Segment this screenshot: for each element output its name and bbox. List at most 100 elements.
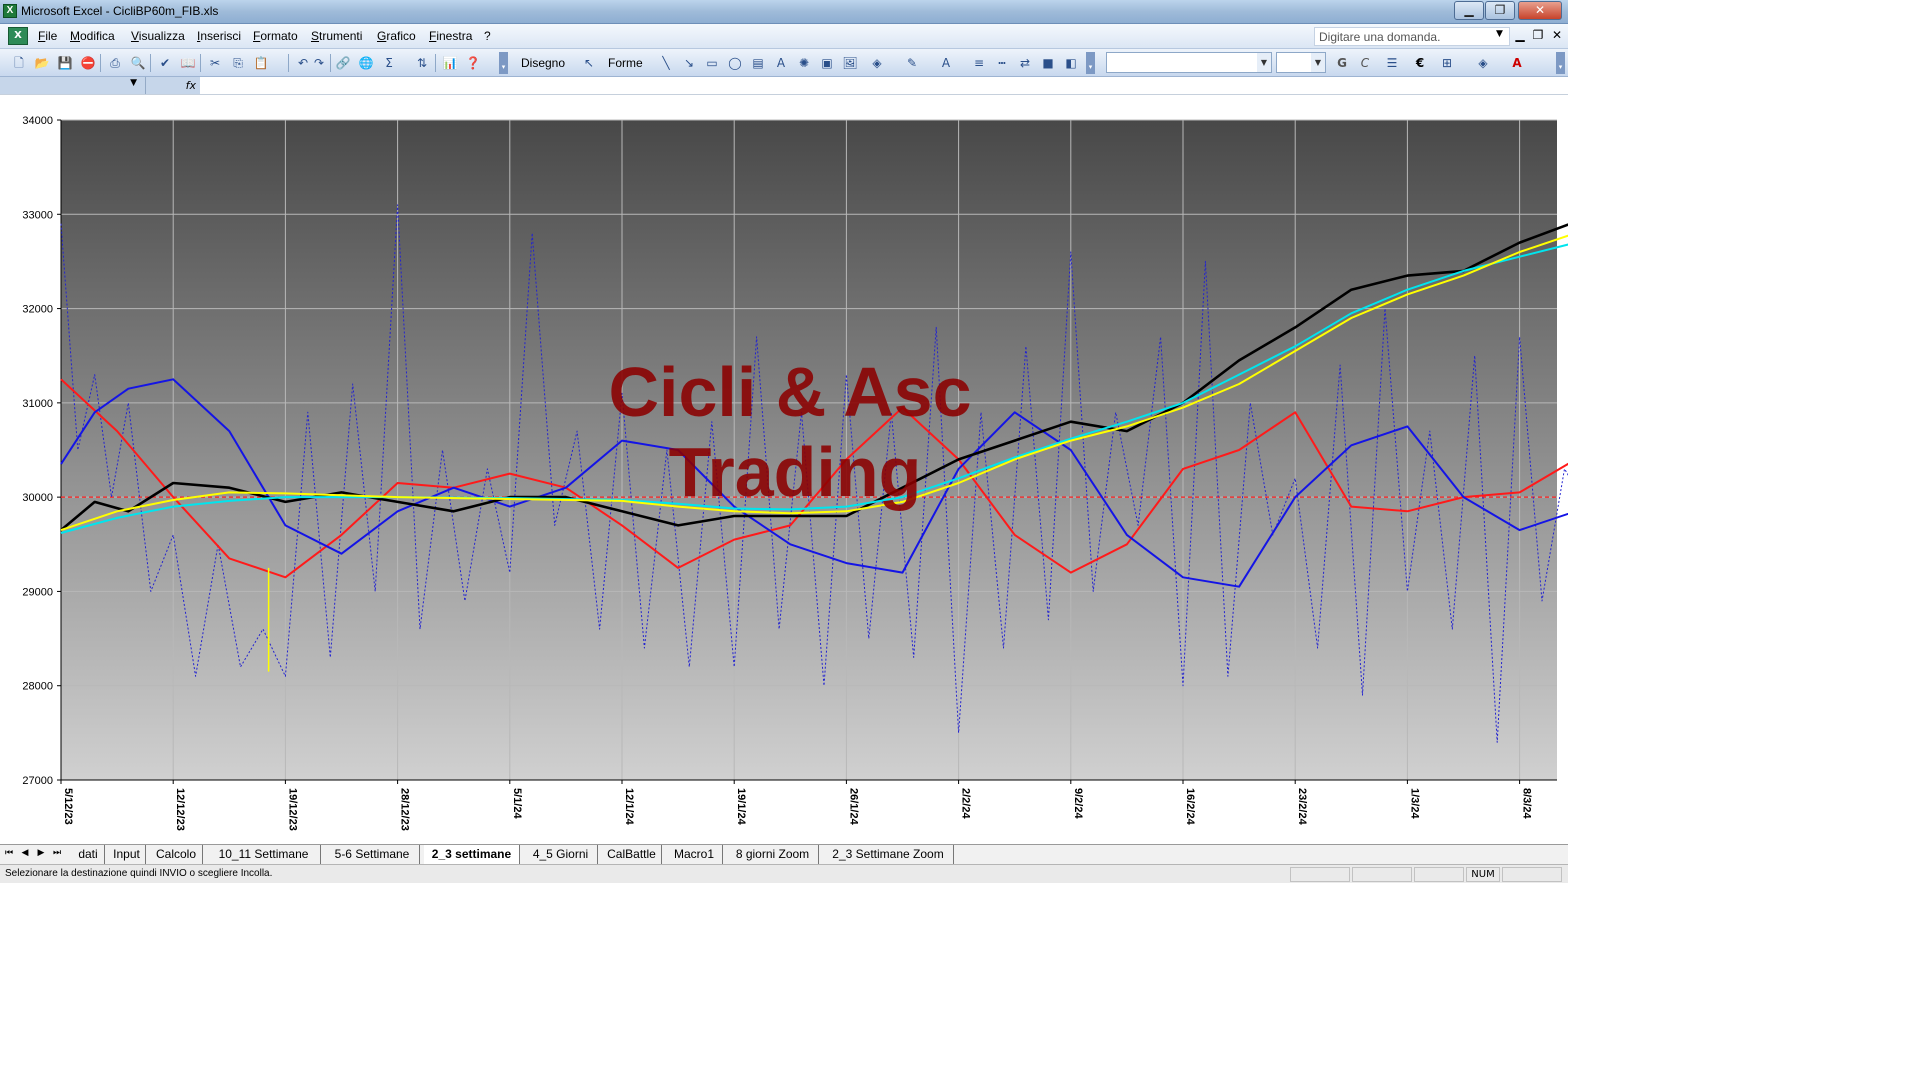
y-tick-label: 33000 <box>22 209 53 221</box>
redo-icon[interactable]: ↷ <box>310 54 328 72</box>
prev-sheet-icon[interactable]: ◀ <box>18 848 32 858</box>
y-tick-label: 34000 <box>22 115 53 127</box>
tab-macro1[interactable]: Macro1 <box>666 845 723 864</box>
line-color-icon[interactable]: ✎ <box>903 54 921 72</box>
toolbar-grip[interactable]: ▾ <box>499 52 508 74</box>
align-icon[interactable]: ☰ <box>1383 54 1401 72</box>
x-tick-label: 2/2/24 <box>960 788 972 819</box>
paste-icon[interactable]: 📋 <box>252 54 270 72</box>
name-box[interactable]: ▼ <box>0 77 146 94</box>
line-icon[interactable]: ╲ <box>657 54 675 72</box>
italic-button[interactable]: C <box>1356 54 1374 72</box>
diagram-icon[interactable]: ✺ <box>795 54 813 72</box>
tab-5-6-settimane[interactable]: 5-6 Settimane <box>325 845 420 864</box>
tab-2-3-settimane-zoom[interactable]: 2_3 Settimane Zoom <box>823 845 954 864</box>
font-color-button[interactable]: A <box>1508 54 1526 72</box>
menu-visualizza[interactable]: Visualizza <box>131 29 185 43</box>
picture-icon[interactable]: 🖼 <box>841 54 859 72</box>
workbook-close-button[interactable]: ✕ <box>1549 28 1565 42</box>
menu-modifica[interactable]: Modifica <box>70 29 115 43</box>
menu-finestra[interactable]: Finestra <box>429 29 472 43</box>
clipart-icon[interactable]: ▣ <box>818 54 836 72</box>
chevron-down-icon[interactable]: ▼ <box>130 78 137 88</box>
x-tick-label: 19/12/23 <box>286 788 298 831</box>
chevron-down-icon[interactable]: ▼ <box>1496 29 1503 39</box>
restore-button[interactable]: ❐ <box>1485 1 1515 20</box>
autosum-icon[interactable]: Σ <box>380 54 398 72</box>
tab-4-5-giorni[interactable]: 4_5 Giorni <box>524 845 598 864</box>
font-name-combo[interactable]: ▼ <box>1106 52 1272 73</box>
y-tick-label: 32000 <box>22 304 53 316</box>
tab-dati[interactable]: dati <box>72 845 105 864</box>
forme-menu[interactable]: Forme <box>608 56 643 70</box>
toolbar-grip-2[interactable]: ▾ <box>1086 52 1095 74</box>
chart[interactable]: 27000 28000 29000 30000 31000 32000 33000 34000… <box>0 96 1568 844</box>
research-icon[interactable]: 📖 <box>179 54 197 72</box>
highlight-icon[interactable]: ◈ <box>1474 54 1492 72</box>
bold-button[interactable]: G <box>1333 54 1351 72</box>
y-tick-label: 28000 <box>22 681 53 693</box>
euro-button[interactable]: € <box>1411 54 1429 72</box>
minimize-button[interactable]: ▁ <box>1454 1 1484 20</box>
print-icon[interactable]: ⎙ <box>106 54 124 72</box>
print-preview-icon[interactable]: 🔍 <box>129 54 147 72</box>
font-color-icon[interactable]: A <box>937 54 955 72</box>
tab-calbattle[interactable]: CalBattle <box>602 845 662 864</box>
insert-hyperlink-icon[interactable]: 🔗 <box>334 54 352 72</box>
dash-style-icon[interactable]: ┅ <box>993 54 1011 72</box>
copy-icon[interactable]: ⎘ <box>229 54 247 72</box>
menu-grafico[interactable]: Grafico <box>377 29 416 43</box>
oval-icon[interactable]: ◯ <box>726 54 744 72</box>
permission-icon[interactable]: ⛔ <box>79 54 97 72</box>
line-style-icon[interactable]: ≡ <box>970 54 988 72</box>
menu-strumenti[interactable]: Strumenti <box>311 29 362 43</box>
textbox-icon[interactable]: ▤ <box>749 54 767 72</box>
shadow-icon[interactable]: ■ <box>1039 54 1057 72</box>
disegno-menu[interactable]: Disegno <box>521 56 565 70</box>
tab-8-giorni-zoom[interactable]: 8 giorni Zoom <box>727 845 819 864</box>
save-icon[interactable]: 💾 <box>56 54 74 72</box>
menu-file[interactable]: File <box>38 29 57 43</box>
3d-icon[interactable]: ◧ <box>1062 54 1080 72</box>
menu-help[interactable]: ? <box>484 29 491 43</box>
spelling-icon[interactable]: ✔ <box>156 54 174 72</box>
close-button[interactable]: ✕ <box>1518 1 1562 20</box>
cut-icon[interactable]: ✂ <box>206 54 224 72</box>
workbook-minimize-button[interactable]: ▁ <box>1512 28 1528 42</box>
arrow-icon[interactable]: ↘ <box>680 54 698 72</box>
chart-wizard-icon[interactable]: 📊 <box>441 54 459 72</box>
menu-formato[interactable]: Formato <box>253 29 298 43</box>
select-objects-icon[interactable]: ↖ <box>580 54 598 72</box>
web-icon[interactable]: 🌐 <box>357 54 375 72</box>
tab-input[interactable]: Input <box>108 845 146 864</box>
excel-app-icon[interactable]: X <box>3 4 17 18</box>
arrow-style-icon[interactable]: ⇄ <box>1016 54 1034 72</box>
fill-color-icon[interactable]: ◈ <box>868 54 886 72</box>
sort-icon[interactable]: ⇅ <box>413 54 431 72</box>
rectangle-icon[interactable]: ▭ <box>703 54 721 72</box>
toolbar-grip-3[interactable]: ▾ <box>1556 52 1565 74</box>
y-tick-label: 30000 <box>22 492 53 504</box>
open-icon[interactable]: 📂 <box>33 54 51 72</box>
borders-icon[interactable]: ⊞ <box>1438 54 1456 72</box>
last-sheet-icon[interactable]: ⏭ <box>50 848 64 858</box>
tab-calcolo[interactable]: Calcolo <box>150 845 203 864</box>
tab-2-3-settimane[interactable]: 2_3 settimane <box>424 845 520 864</box>
menu-inserisci[interactable]: Inserisci <box>197 29 241 43</box>
next-sheet-icon[interactable]: ▶ <box>34 848 48 858</box>
fx-button[interactable]: fx <box>146 77 200 94</box>
help-icon[interactable]: ❓ <box>464 54 482 72</box>
font-size-combo[interactable]: ▼ <box>1276 52 1326 73</box>
new-icon[interactable]: 🗋 <box>10 54 28 72</box>
wordart-icon[interactable]: A <box>772 54 790 72</box>
document-icon[interactable]: X <box>8 27 28 45</box>
workbook-restore-button[interactable]: ❐ <box>1530 28 1546 42</box>
tab-10-11-settimane[interactable]: 10_11 Settimane <box>207 845 321 864</box>
x-tick-label: 19/1/24 <box>735 788 747 826</box>
y-tick-label: 27000 <box>22 775 53 787</box>
help-question-input[interactable]: Digitare una domanda. <box>1314 27 1510 46</box>
chevron-down-icon[interactable]: ▼ <box>1311 53 1325 72</box>
chevron-down-icon[interactable]: ▼ <box>1257 53 1271 72</box>
first-sheet-icon[interactable]: ⏮ <box>2 848 16 858</box>
x-tick-label: 5/12/23 <box>62 788 74 825</box>
